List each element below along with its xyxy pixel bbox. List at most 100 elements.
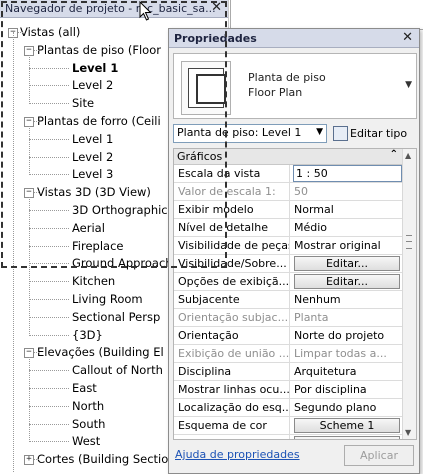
properties-title-bar[interactable]: Propriedades ✕ — [169, 29, 419, 48]
tree-connector — [29, 441, 69, 443]
chevron-down-icon[interactable]: ▼ — [316, 127, 323, 137]
property-row: Subjacente Nenhum — [174, 291, 404, 309]
scroll-down-icon[interactable]: ▼ — [405, 428, 411, 437]
type-name: Planta de piso Floor Plan — [248, 70, 326, 100]
scroll-up-icon[interactable]: ▲ — [405, 151, 411, 160]
tree-item[interactable]: Sectional Persp — [72, 308, 160, 326]
property-name: Visibilidade de peças — [174, 237, 290, 254]
property-value: Limpar todas a... — [294, 347, 387, 360]
property-value-input[interactable]: 1 : 50 — [293, 165, 402, 182]
property-row: Visibilidade de peças Mostrar original — [174, 237, 404, 255]
type-selector[interactable]: Planta de piso Floor Plan ▼ — [173, 53, 417, 119]
chevron-down-icon[interactable]: ▼ — [405, 80, 412, 90]
tree-item[interactable]: Plantas de forro (Ceili — [37, 112, 161, 130]
property-name: Localização do esq... — [174, 399, 290, 416]
tree-item[interactable]: Plantas de piso (Floor — [37, 41, 161, 59]
tree-item-label: Level 1 — [72, 60, 119, 75]
tree-item[interactable]: Aerial — [72, 219, 105, 237]
property-row: Visibilidade/Sobre... Editar... — [174, 255, 404, 273]
properties-scrollbar[interactable]: ▲ ▼ — [402, 149, 416, 439]
tree-item[interactable]: Kitchen — [72, 272, 115, 290]
project-browser-title[interactable]: Navegador de projeto - rac_basic_sa... ✕ — [0, 0, 228, 18]
properties-help-link[interactable]: Ajuda de propriedades — [175, 448, 300, 461]
instance-filter-dropdown[interactable]: Planta de piso: Level 1 ▼ — [173, 124, 327, 143]
tree-connector — [18, 32, 23, 33]
property-edit-button[interactable]: Editar... — [294, 274, 400, 289]
property-row: Mostrar linhas ocu... Por disciplina — [174, 381, 404, 399]
tree-item[interactable]: North — [72, 397, 104, 415]
property-name: Mostrar linhas ocu... — [174, 381, 290, 398]
tree-item[interactable]: Elevações (Building El — [37, 343, 164, 361]
tree-item[interactable]: Fireplace — [72, 237, 123, 255]
tree-connector — [34, 49, 39, 51]
property-name: Visibilidade/Sobre... — [174, 255, 290, 272]
group-header-label: Gráficos — [177, 150, 223, 163]
tree-connector — [29, 334, 69, 336]
property-value[interactable]: Nenhum — [291, 291, 404, 308]
expand-icon[interactable]: + — [24, 455, 34, 466]
property-value[interactable]: Normal — [291, 201, 404, 218]
property-name: Esquema de cor — [174, 417, 290, 434]
property-value[interactable]: Norte do projeto — [291, 327, 404, 344]
property-name: Escala da vista — [174, 165, 290, 182]
collapse-icon[interactable]: ⌃ — [390, 149, 398, 160]
property-value[interactable]: Médio — [291, 219, 404, 236]
property-edit-button[interactable]: Editar... — [294, 436, 400, 439]
property-row: Opções de exibiçã... Editar... — [174, 273, 404, 291]
tree-item-label: Vistas 3D (3D View) — [37, 185, 151, 200]
tree-item-label: South — [72, 416, 106, 431]
tree-connector — [34, 352, 39, 354]
property-row: Escala da vista 1 : 50 — [174, 165, 404, 183]
property-edit-button[interactable]: Scheme 1 — [294, 418, 400, 433]
group-header-graphics[interactable]: Gráficos ⌃ — [174, 149, 404, 165]
property-value[interactable]: Mostrar original — [291, 237, 404, 254]
tree-item[interactable]: Level 1 — [72, 130, 113, 148]
tree-item[interactable]: East — [72, 379, 97, 397]
tree-item[interactable]: {3D} — [72, 326, 103, 344]
scroll-thumb[interactable] — [406, 235, 412, 249]
property-value[interactable]: Por disciplina — [291, 381, 404, 398]
tree-item[interactable]: Level 1 — [72, 59, 118, 77]
property-row: Nível de detalhe Médio — [174, 219, 404, 237]
properties-palette: Propriedades ✕ Planta de piso Floor Plan… — [168, 28, 420, 474]
tree-item[interactable]: West — [72, 432, 100, 450]
tree-item[interactable]: Level 2 — [72, 76, 113, 94]
tree-item[interactable]: Callout of North — [72, 361, 163, 379]
tree-item[interactable]: Level 3 — [72, 165, 113, 183]
tree-item-label: Vistas (all) — [20, 25, 81, 39]
tree-connector — [29, 263, 69, 265]
tree-connector — [34, 121, 39, 122]
tree-item[interactable]: 3D Orthographic — [72, 201, 168, 219]
tree-item-label: Plantas de forro (Ceili — [37, 114, 161, 128]
tree-item[interactable]: Cortes (Building Sectio — [37, 450, 168, 468]
tree-connector — [29, 67, 69, 69]
tree-item-label: Callout of North — [72, 363, 163, 378]
tree-item[interactable]: Level 2 — [72, 148, 113, 166]
property-value: Planta — [294, 311, 329, 324]
tree-item[interactable]: South — [72, 415, 105, 433]
tree-item-label: North — [72, 398, 105, 413]
tree-item[interactable]: Vistas 3D (3D View) — [37, 183, 151, 201]
tree-item[interactable]: Living Room — [72, 290, 143, 308]
edit-type-button[interactable]: Editar tipo — [333, 124, 417, 143]
property-row: Disciplina Arquitetura — [174, 363, 404, 381]
property-row: Orientação Norte do projeto — [174, 327, 404, 345]
tree-item-label: Level 2 — [72, 149, 114, 164]
close-icon[interactable]: ✕ — [211, 0, 222, 15]
tree-item-label: Elevações (Building El — [37, 345, 164, 360]
tree-item[interactable]: Vistas (all) — [20, 23, 80, 41]
type-type-label: Floor Plan — [248, 86, 303, 99]
property-edit-button[interactable]: Editar... — [294, 256, 400, 271]
apply-button[interactable]: Aplicar — [344, 445, 414, 466]
property-row: Esquema de cor Scheme 1 — [174, 417, 404, 435]
property-name: Disciplina — [174, 363, 290, 380]
close-icon[interactable]: ✕ — [402, 30, 413, 45]
edit-type-label: Editar tipo — [350, 127, 408, 140]
tree-item[interactable]: Ground Approach — [72, 254, 173, 272]
property-value[interactable]: Arquitetura — [291, 363, 404, 380]
properties-title: Propriedades — [174, 32, 257, 45]
tree-item[interactable]: Site — [72, 94, 94, 112]
tree-connector — [34, 192, 39, 194]
tree-connector — [29, 299, 69, 300]
property-value[interactable]: Segundo plano — [291, 399, 404, 416]
